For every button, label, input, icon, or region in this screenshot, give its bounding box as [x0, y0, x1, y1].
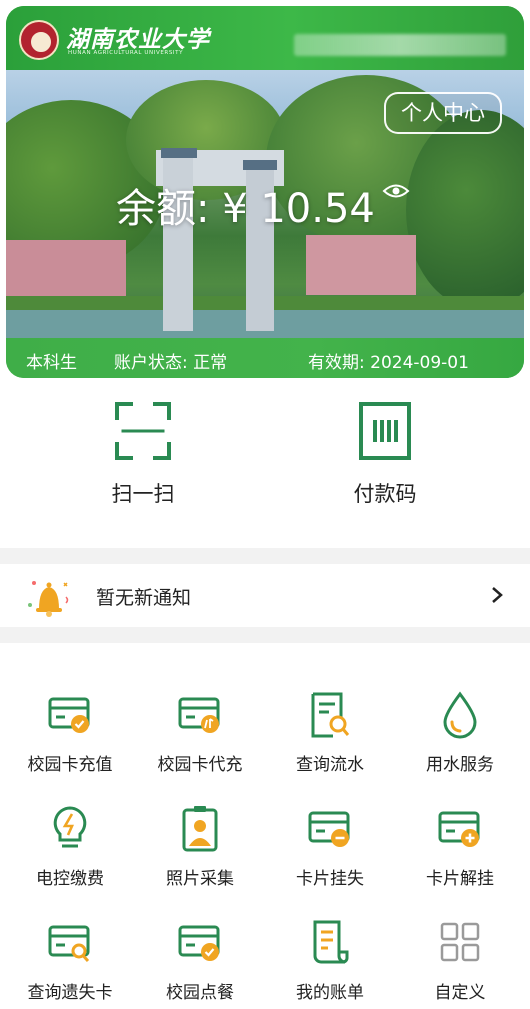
- scan-label: 扫一扫: [111, 482, 175, 506]
- university-seal-logo: [19, 20, 59, 60]
- service-card-unfreeze[interactable]: 卡片解挂: [394, 804, 526, 889]
- quick-actions: 扫一扫 付款码: [0, 390, 530, 540]
- service-lost-card-query[interactable]: 查询遗失卡: [4, 918, 136, 1003]
- service-label: 卡片解挂: [426, 869, 494, 889]
- service-label: 电控缴费: [36, 869, 104, 889]
- service-grid: 校园卡充值 校园卡代充 查询流水 用水服务 电控缴费 照片采集 卡片挂失 卡片解…: [0, 660, 530, 1009]
- scan-icon: [115, 402, 171, 460]
- card-check-icon: [178, 925, 220, 961]
- service-label: 卡片挂失: [296, 869, 364, 889]
- service-photo-collection[interactable]: 照片采集: [134, 804, 266, 889]
- service-customize[interactable]: 自定义: [394, 918, 526, 1003]
- pay-code-button[interactable]: 付款码: [305, 400, 465, 508]
- service-query-transactions[interactable]: 查询流水: [264, 690, 396, 775]
- university-name-en: HUNAN AGRICULTURAL UNIVERSITY: [68, 50, 184, 56]
- scan-button[interactable]: 扫一扫: [63, 400, 223, 508]
- campus-card: 湖南农业大学 HUNAN AGRICULTURAL UNIVERSITY 个人中…: [6, 6, 524, 378]
- service-label: 查询流水: [296, 755, 364, 775]
- blurred-user-name: [294, 34, 506, 56]
- service-campus-ordering[interactable]: 校园点餐: [134, 918, 266, 1003]
- valid-until: 有效期: 2024-09-01: [308, 353, 469, 373]
- grid-icon: [440, 922, 480, 962]
- personal-center-button[interactable]: 个人中心: [384, 92, 502, 134]
- card-minus-icon: [308, 811, 350, 847]
- service-label: 校园卡代充: [157, 755, 243, 775]
- barcode-icon: [359, 402, 411, 460]
- service-label: 校园点餐: [166, 983, 234, 1003]
- university-name: 湖南农业大学: [66, 26, 210, 53]
- card-header: 湖南农业大学 HUNAN AGRICULTURAL UNIVERSITY: [6, 6, 524, 70]
- student-type: 本科生: [26, 353, 77, 373]
- bill-icon: [313, 920, 349, 964]
- card-check-icon: [48, 697, 90, 733]
- water-drop-icon: [443, 691, 477, 739]
- service-label: 我的账单: [296, 983, 364, 1003]
- chevron-right-icon: [492, 587, 503, 603]
- service-water[interactable]: 用水服务: [394, 690, 526, 775]
- service-card-recharge[interactable]: 校园卡充值: [4, 690, 136, 775]
- card-plus-icon: [438, 811, 480, 847]
- account-status: 账户状态: 正常: [114, 353, 228, 373]
- card-status-bar: 本科生 账户状态: 正常 有效期: 2024-09-01: [6, 338, 524, 378]
- notice-bar[interactable]: 暂无新通知: [0, 565, 530, 627]
- document-search-icon: [311, 692, 350, 738]
- card-search-icon: [48, 925, 90, 963]
- eye-icon[interactable]: [382, 182, 410, 200]
- card-proxy-icon: [178, 697, 220, 733]
- service-my-bill[interactable]: 我的账单: [264, 918, 396, 1003]
- bell-icon: [28, 581, 69, 617]
- service-card-proxy-recharge[interactable]: 校园卡代充: [134, 690, 266, 775]
- service-label: 照片采集: [166, 869, 234, 889]
- service-label: 自定义: [434, 983, 486, 1003]
- lightbulb-icon: [53, 806, 87, 848]
- balance-amount: 余额: ¥ 10.54: [116, 186, 375, 232]
- service-label: 用水服务: [426, 755, 494, 775]
- service-card-loss-report[interactable]: 卡片挂失: [264, 804, 396, 889]
- divider: [0, 548, 530, 564]
- pay-code-label: 付款码: [353, 482, 417, 506]
- divider: [0, 627, 530, 643]
- service-electricity[interactable]: 电控缴费: [4, 804, 136, 889]
- photo-badge-icon: [182, 806, 218, 852]
- service-label: 查询遗失卡: [27, 983, 113, 1003]
- notice-text: 暂无新通知: [96, 587, 192, 609]
- service-label: 校园卡充值: [27, 755, 113, 775]
